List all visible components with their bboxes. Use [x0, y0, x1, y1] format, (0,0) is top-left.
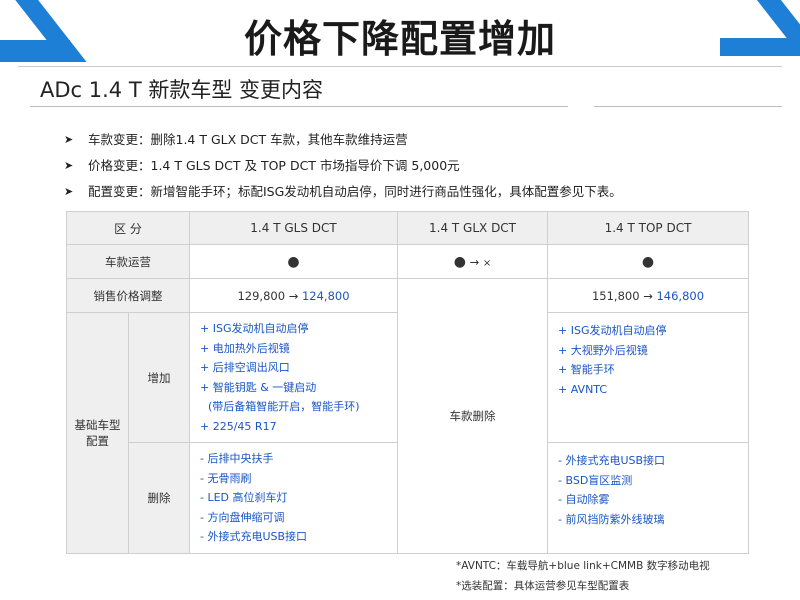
- bullet-arrow-icon: ➤: [64, 133, 74, 146]
- glx-operation-cell: ● → ×: [397, 244, 549, 279]
- top-old-price: 151,800: [591, 288, 640, 303]
- row-label-price: 销售价格调整: [65, 278, 191, 313]
- header-gls: 1.4 T GLS DCT: [189, 211, 399, 245]
- change-summary-list: ➤ 车款变更：删除1.4 T GLX DCT 车款，其他车款维持运营 ➤ 价格变…: [64, 127, 622, 205]
- bullet-arrow-icon: ➤: [64, 159, 74, 172]
- bullet-item: ➤ 配置变更：新增智能手环；标配ISG发动机自动启停，同时进行商品性强化，具体配…: [64, 179, 622, 205]
- title-divider: [18, 66, 782, 67]
- top-new-price: 146,800: [656, 288, 705, 303]
- subtitle-rule-left: [30, 106, 568, 107]
- glx-discontinued-mark: ×: [482, 257, 492, 269]
- bullet-arrow-icon: ➤: [64, 185, 74, 198]
- glx-arrow: →: [469, 254, 480, 269]
- top-price-cell: 151,800 → 146,800: [547, 278, 750, 313]
- price-arrow: →: [288, 288, 299, 303]
- subtitle-rule-right: [594, 106, 782, 107]
- row-label-add: 增加: [127, 312, 191, 443]
- row-label-remove: 删除: [127, 442, 191, 554]
- bullet-item: ➤ 车款变更：删除1.4 T GLX DCT 车款，其他车款维持运营: [64, 127, 622, 153]
- top-operation-dot: ●: [547, 244, 750, 279]
- gls-price-cell: 129,800 → 124,800: [189, 278, 399, 313]
- price-arrow: →: [643, 288, 653, 303]
- row-label-basic-config: 基础车型 配置: [66, 312, 129, 554]
- gls-operation-dot: ●: [189, 244, 399, 279]
- footnotes: *AVNTC：车载导航+blue link+CMMB 数字移动电视 *选装配置：…: [456, 556, 710, 596]
- top-added-features: + ISG发动机自动启停 + 大视野外后视镜 + 智能手环 + AVNTC: [547, 312, 750, 443]
- glx-deleted-cell: 车款删除: [397, 278, 549, 554]
- footnote-avntc: *AVNTC：车载导航+blue link+CMMB 数字移动电视: [456, 560, 710, 572]
- page-title: 价格下降配置增加: [243, 17, 556, 61]
- section-subtitle: ADc 1.4 T 新款车型 变更内容: [40, 78, 324, 102]
- gls-new-price: 124,800: [301, 288, 350, 303]
- glx-operation-dot: ●: [453, 253, 466, 270]
- gls-removed-features: - 后排中央扶手 - 无骨雨刷 - LED 高位刹车灯 - 方向盘伸缩可调 - …: [189, 442, 399, 554]
- header-glx: 1.4 T GLX DCT: [397, 211, 549, 245]
- footnote-optional: *选装配置：具体运营参见车型配置表: [456, 580, 630, 592]
- header-section: 区 分: [65, 211, 191, 245]
- spec-change-table: 区 分 1.4 T GLS DCT 1.4 T GLX DCT 1.4 T TO…: [65, 211, 750, 554]
- row-label-operation: 车款运营: [65, 244, 191, 279]
- gls-added-features: + ISG发动机自动启停 + 电加热外后视镜 + 后排空调出风口 + 智能钥匙 …: [189, 312, 399, 443]
- gls-old-price: 129,800: [237, 288, 286, 303]
- bullet-item: ➤ 价格变更：1.4 T GLS DCT 及 TOP DCT 市场指导价下调 5…: [64, 153, 622, 179]
- top-removed-features: - 外接式充电USB接口 - BSD盲区监测 - 自动除雾 - 前风挡防紫外线玻…: [547, 442, 750, 554]
- header-top: 1.4 T TOP DCT: [547, 211, 750, 245]
